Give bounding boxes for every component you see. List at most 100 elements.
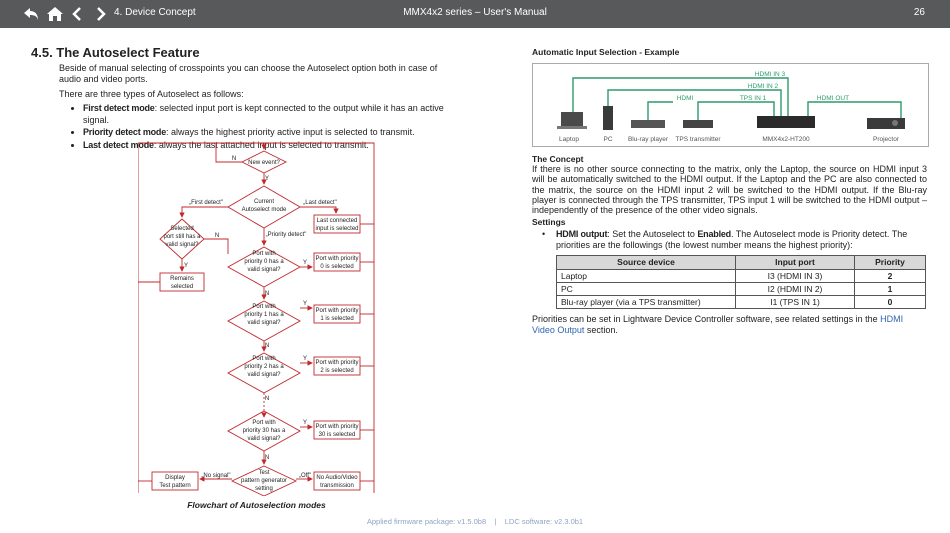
remains-label: selected (171, 284, 193, 290)
y-label: Y (303, 356, 307, 362)
bullet-mid: : Set the Autoselect to (607, 229, 698, 240)
selected-label: valid signal? (165, 242, 199, 248)
priority-1-label: priority 1 has a (244, 312, 284, 318)
device-label: Projector (873, 136, 900, 143)
n-label: N (265, 455, 269, 461)
n-label: N (265, 291, 269, 297)
priority-2-label: valid signal? (247, 372, 281, 378)
projector-icon (867, 118, 905, 129)
no-av-label: No Audio/Video (316, 475, 358, 481)
intro-paragraph: Beside of manual selecting of crosspoint… (59, 62, 438, 85)
table-row: Laptop I3 (HDMI IN 3) 2 (556, 268, 926, 284)
settings-bullet: • HDMI output: Set the Autoselect to Ena… (532, 229, 927, 249)
tps-in1-label: TPS IN 1 (740, 95, 767, 102)
bluray-icon (631, 120, 665, 128)
section-heading: 4.5. The Autoselect Feature (31, 45, 200, 60)
table-cell: Blu-ray player (via a TPS transmitter) (556, 295, 736, 310)
closing-paragraph: Priorities can be set in Lightware Devic… (532, 314, 927, 334)
device-label: MMX4x2-HT200 (762, 136, 810, 143)
priority-30-selected: 30 is selected (319, 432, 356, 438)
off-label: „Off" (299, 473, 311, 479)
laptop-icon (557, 112, 587, 129)
left-column: 4.5. The Autoselect Feature Beside of ma… (31, 45, 461, 152)
test-pattern-label: Test (258, 470, 269, 476)
table-cell: 1 (854, 282, 926, 297)
settings-heading: Settings (532, 217, 566, 228)
mode-name: First detect mode (83, 103, 155, 113)
priority-1-label: Port with (252, 304, 275, 310)
example-heading-wrap: Automatic Input Selection - Example (532, 47, 927, 58)
priority-detect-label: „Priority detect" (266, 232, 307, 238)
list-item: First detect mode: selected input port i… (83, 103, 461, 126)
y-label: Y (303, 420, 307, 426)
no-signal-label: „No signal" (201, 473, 230, 479)
remains-label: Remains (170, 276, 194, 282)
current-mode-label: Autoselect mode (242, 207, 287, 213)
display-test-label: Display (165, 475, 185, 481)
table-row: PC I2 (HDMI IN 2) 1 (556, 282, 926, 297)
concept-heading: The Concept (532, 154, 584, 164)
document-title: MMX4x2 series – User's Manual (403, 7, 547, 18)
test-pattern-label: pattern generator (241, 478, 287, 484)
priority-0-label: valid signal? (247, 267, 281, 273)
matrix-icon (757, 116, 815, 128)
priority-30-selected: Port with priority (315, 424, 358, 430)
priority-0-label: priority 0 has a (244, 259, 284, 265)
selected-label: port still has a (163, 234, 201, 240)
current-mode-label: Current (254, 199, 274, 205)
hdmi-out-label: HDMI OUT (817, 95, 849, 102)
table-cell: 0 (854, 295, 926, 310)
table-header: Priority (854, 254, 926, 270)
priority-30-label: Port with (252, 420, 275, 426)
types-intro: There are three types of Autoselect as f… (59, 88, 244, 99)
list-item: Priority detect mode: always the highest… (83, 127, 461, 139)
last-detect-label: „Last detect" (303, 200, 336, 206)
priority-table: Source device Input port Priority Laptop… (556, 254, 926, 310)
table-cell: PC (556, 282, 736, 297)
last-connected-label: Last connected (317, 218, 358, 224)
display-test-label: Test pattern (159, 483, 190, 489)
tps-transmitter-icon (683, 120, 713, 128)
n-label: N (265, 343, 269, 349)
table-cell: 2 (854, 268, 926, 284)
table-row: Blu-ray player (via a TPS transmitter) I… (556, 295, 926, 310)
pc-icon (603, 106, 613, 130)
mode-desc: : always the highest priority active inp… (166, 127, 415, 137)
hdmi-label: HDMI (677, 95, 694, 102)
connection-diagram: HDMI IN 3 HDMI IN 2 HDMI TPS IN 1 HDMI O… (557, 71, 905, 143)
table-header-row: Source device Input port Priority (556, 254, 926, 270)
header-bar: 4. Device Concept MMX4x2 series – User's… (0, 0, 950, 28)
priority-2-selected: 2 is selected (320, 368, 353, 374)
table-header: Input port (735, 254, 855, 270)
concept-text: If there is no other source connecting t… (532, 164, 927, 216)
device-label: TPS transmitter (675, 136, 721, 143)
priority-0-selected: 0 is selected (320, 264, 353, 270)
last-connected-label: input is selected (315, 226, 358, 232)
example-diagram: HDMI IN 3 HDMI IN 2 HDMI TPS IN 1 HDMI O… (532, 63, 929, 147)
bullet-label: HDMI output (556, 229, 608, 240)
table-header: Source device (556, 254, 736, 270)
test-pattern-label: setting (255, 486, 273, 492)
first-detect-label: „First detect" (189, 200, 223, 206)
table-cell: Laptop (556, 268, 736, 284)
y-label: Y (303, 260, 307, 266)
table-cell: I1 (TPS IN 1) (735, 295, 855, 310)
n-label: N (215, 233, 219, 239)
device-label: Laptop (559, 136, 579, 143)
footer: Applied firmware package: v1.5.0b8 | LDC… (366, 517, 584, 526)
autoselect-flowchart: New event? N Y Current Autoselect mode „… (138, 142, 375, 496)
priority-2-label: Port with (252, 356, 275, 362)
concept-section: The Concept If there is no other source … (532, 154, 927, 335)
hdmi-in2-label: HDMI IN 2 (748, 83, 779, 90)
mode-name: Priority detect mode (83, 127, 167, 137)
priority-1-label: valid signal? (247, 320, 281, 326)
priority-30-label: priority 30 has a (243, 428, 286, 434)
y-label: Y (184, 263, 188, 269)
closing-pre: Priorities can be set in Lightware Devic… (532, 314, 881, 325)
n-label: N (232, 156, 236, 162)
priority-0-label: Port with (252, 251, 275, 257)
bullet-dot: • (542, 229, 546, 240)
flowchart-caption: Flowchart of Autoselection modes (187, 500, 326, 510)
bullet-enabled: Enabled (697, 229, 731, 240)
y-label: Y (303, 301, 307, 307)
